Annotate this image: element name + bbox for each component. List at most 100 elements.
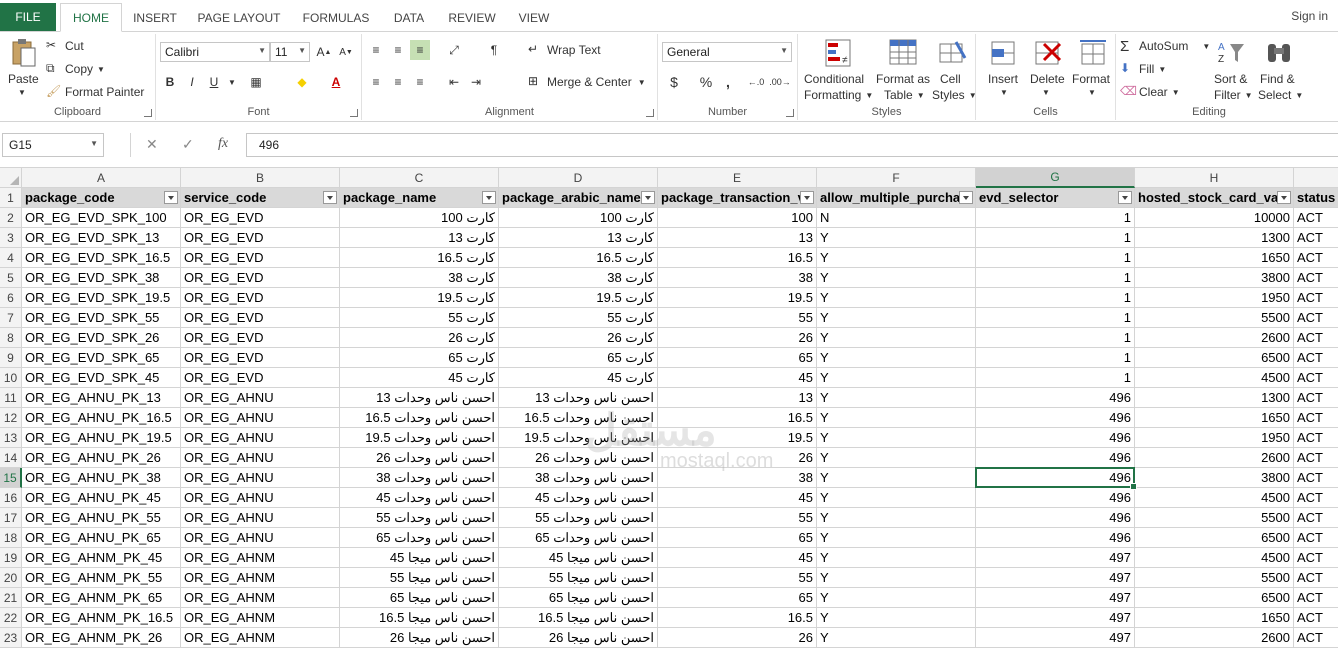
- underline-dropdown-icon[interactable]: ▼: [222, 72, 242, 92]
- row-header[interactable]: 16: [0, 488, 22, 508]
- conditional-formatting-button[interactable]: ≠ Conditional Formatting ▼: [802, 36, 873, 102]
- cell[interactable]: OR_EG_EVD_SPK_55: [22, 308, 181, 328]
- find-select-button[interactable]: Find & Select ▼: [1256, 36, 1303, 102]
- cell[interactable]: ACT: [1294, 308, 1338, 328]
- cell[interactable]: احسن ناس وحدات 55: [499, 508, 658, 528]
- cell[interactable]: كارت 65: [340, 348, 499, 368]
- cell[interactable]: 55: [658, 508, 817, 528]
- underline-button[interactable]: U: [204, 72, 224, 92]
- align-top-icon[interactable]: ≡: [366, 40, 386, 60]
- cell[interactable]: 38: [658, 268, 817, 288]
- sign-in-link[interactable]: Sign in: [1291, 9, 1328, 23]
- fill-color-icon[interactable]: ◆: [292, 72, 312, 92]
- cell[interactable]: OR_EG_EVD_SPK_38: [22, 268, 181, 288]
- cell[interactable]: OR_EG_AHNU: [181, 528, 340, 548]
- orientation-icon[interactable]: ⤢: [444, 40, 464, 60]
- cell[interactable]: 6500: [1135, 528, 1294, 548]
- cell[interactable]: OR_EG_AHNU_PK_16.5: [22, 408, 181, 428]
- cell[interactable]: 1: [976, 328, 1135, 348]
- increase-indent-icon[interactable]: ⇥: [466, 72, 486, 92]
- cell[interactable]: 2600: [1135, 448, 1294, 468]
- cell[interactable]: OR_EG_AHNM_PK_55: [22, 568, 181, 588]
- cell[interactable]: 3800: [1135, 268, 1294, 288]
- row-header[interactable]: 5: [0, 268, 22, 288]
- cell[interactable]: ACT: [1294, 248, 1338, 268]
- cell[interactable]: Y: [817, 468, 976, 488]
- filter-dropdown-icon[interactable]: [323, 191, 337, 204]
- row-header[interactable]: 13: [0, 428, 22, 448]
- header-cell[interactable]: package_transaction_v: [658, 188, 817, 208]
- row-header[interactable]: 11: [0, 388, 22, 408]
- cell[interactable]: 497: [976, 628, 1135, 648]
- cell[interactable]: كارت 19.5: [499, 288, 658, 308]
- cell[interactable]: 497: [976, 608, 1135, 628]
- cell[interactable]: OR_EG_AHNM: [181, 588, 340, 608]
- cell[interactable]: كارت 55: [340, 308, 499, 328]
- cell[interactable]: احسن ناس ميجا 65: [340, 588, 499, 608]
- header-cell[interactable]: service_code: [181, 188, 340, 208]
- cell[interactable]: كارت 19.5: [340, 288, 499, 308]
- cell[interactable]: كارت 65: [499, 348, 658, 368]
- cell[interactable]: احسن ناس وحدات 19.5: [499, 428, 658, 448]
- row-header[interactable]: 23: [0, 628, 22, 648]
- cell[interactable]: 55: [658, 568, 817, 588]
- cell[interactable]: 1300: [1135, 388, 1294, 408]
- cell[interactable]: احسن ناس وحدات 13: [340, 388, 499, 408]
- cell[interactable]: Y: [817, 268, 976, 288]
- cell[interactable]: 1300: [1135, 228, 1294, 248]
- tab-formulas[interactable]: FORMULAS: [296, 3, 376, 32]
- cell[interactable]: 16.5: [658, 608, 817, 628]
- cell[interactable]: كارت 16.5: [340, 248, 499, 268]
- cell[interactable]: OR_EG_AHNM_PK_26: [22, 628, 181, 648]
- paste-button[interactable]: Paste ▼: [4, 36, 40, 100]
- cell[interactable]: ACT: [1294, 388, 1338, 408]
- cell[interactable]: Y: [817, 228, 976, 248]
- cell[interactable]: 26: [658, 628, 817, 648]
- row-header[interactable]: 15: [0, 468, 22, 488]
- decrease-decimal-icon[interactable]: .00→: [769, 72, 791, 92]
- sort-filter-button[interactable]: AZ Sort & Filter ▼: [1210, 36, 1254, 102]
- cell[interactable]: ACT: [1294, 628, 1338, 648]
- cell[interactable]: 38: [658, 468, 817, 488]
- tab-page-layout[interactable]: PAGE LAYOUT: [192, 3, 286, 32]
- borders-icon[interactable]: ▦: [246, 72, 266, 92]
- cell[interactable]: 65: [658, 528, 817, 548]
- cell[interactable]: كارت 45: [340, 368, 499, 388]
- cell[interactable]: 1: [976, 228, 1135, 248]
- comma-button[interactable]: ,: [718, 72, 738, 92]
- cell[interactable]: احسن ناس ميجا 16.5: [340, 608, 499, 628]
- cell[interactable]: Y: [817, 528, 976, 548]
- cell[interactable]: OR_EG_EVD: [181, 248, 340, 268]
- cell[interactable]: 1: [976, 368, 1135, 388]
- fill-button[interactable]: ⬇ Fill ▼: [1120, 61, 1166, 77]
- enter-icon[interactable]: ✓: [182, 136, 194, 153]
- cell-styles-button[interactable]: Cell Styles ▼: [932, 36, 977, 102]
- cell[interactable]: 5500: [1135, 568, 1294, 588]
- cell[interactable]: Y: [817, 348, 976, 368]
- row-header[interactable]: 2: [0, 208, 22, 228]
- cell[interactable]: 496: [976, 428, 1135, 448]
- cell[interactable]: احسن ناس وحدات 13: [499, 388, 658, 408]
- increase-decimal-icon[interactable]: ←.0: [746, 72, 766, 92]
- cell[interactable]: كارت 38: [340, 268, 499, 288]
- header-cell[interactable]: evd_selector: [976, 188, 1135, 208]
- cell[interactable]: 496: [976, 408, 1135, 428]
- cell[interactable]: OR_EG_AHNU_PK_19.5: [22, 428, 181, 448]
- cell[interactable]: كارت 100: [340, 208, 499, 228]
- italic-button[interactable]: I: [182, 72, 202, 92]
- tab-file[interactable]: FILE: [0, 3, 56, 31]
- cell[interactable]: OR_EG_AHNM_PK_45: [22, 548, 181, 568]
- cell[interactable]: ACT: [1294, 548, 1338, 568]
- currency-button[interactable]: $: [664, 72, 684, 92]
- cell[interactable]: ACT: [1294, 528, 1338, 548]
- cell[interactable]: 10000: [1135, 208, 1294, 228]
- cell[interactable]: 496: [976, 508, 1135, 528]
- font-launcher-icon[interactable]: [350, 109, 358, 117]
- cell[interactable]: OR_EG_AHNM_PK_65: [22, 588, 181, 608]
- filter-dropdown-icon[interactable]: [164, 191, 178, 204]
- bold-button[interactable]: B: [160, 72, 180, 92]
- cell[interactable]: 3800: [1135, 468, 1294, 488]
- copy-button[interactable]: ⧉ Copy ▼: [46, 61, 105, 77]
- cell[interactable]: OR_EG_AHNM: [181, 568, 340, 588]
- cell[interactable]: OR_EG_EVD: [181, 208, 340, 228]
